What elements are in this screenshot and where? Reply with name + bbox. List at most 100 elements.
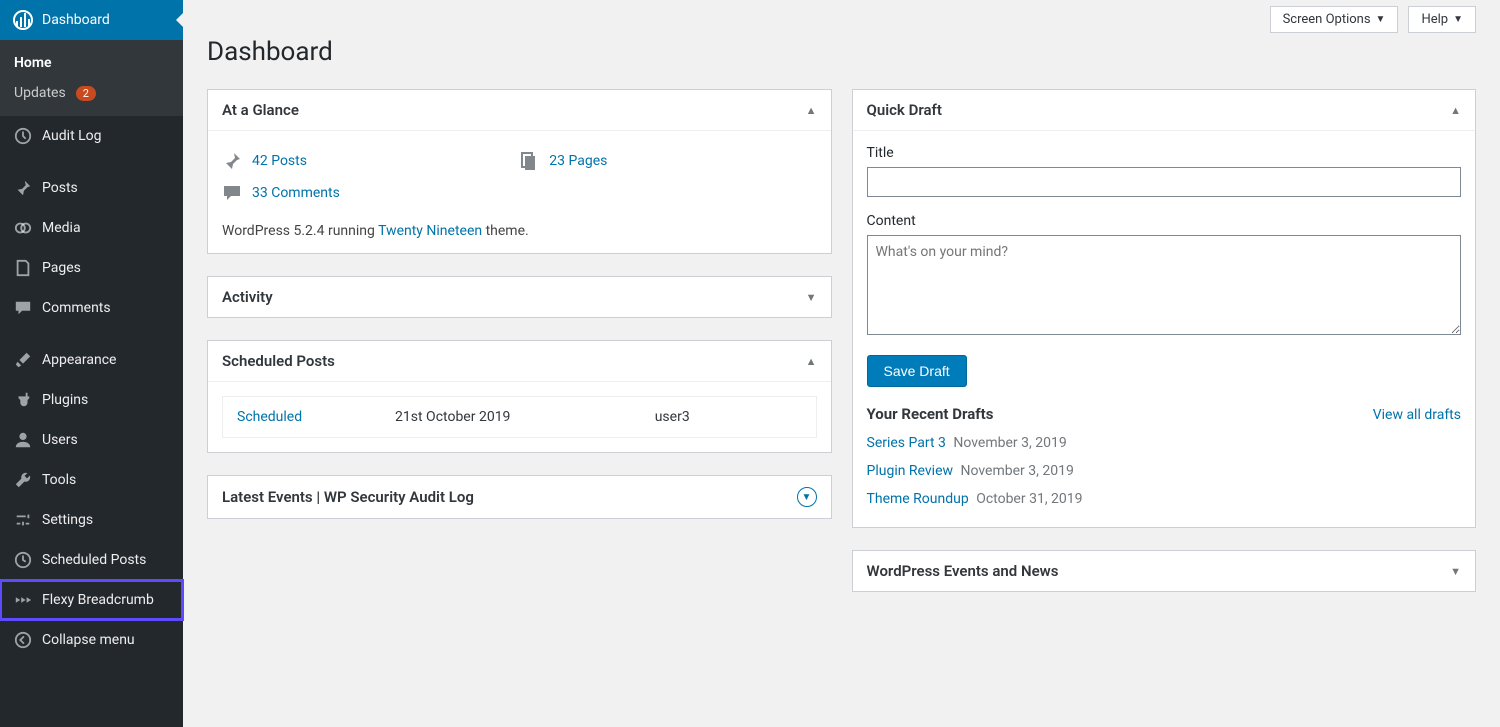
admin-sidebar: Dashboard Home Updates 2 Audit Log Posts… [0, 0, 183, 727]
glance-posts: 42 Posts [222, 145, 519, 177]
at-a-glance-header[interactable]: At a Glance ▲ [208, 90, 831, 131]
sidebar-label: Pages [42, 260, 81, 276]
quick-draft-header[interactable]: Quick Draft ▲ [853, 90, 1476, 131]
sidebar-item-pages[interactable]: Pages [0, 248, 183, 288]
help-button[interactable]: Help ▼ [1408, 6, 1476, 33]
scheduled-posts-box: Scheduled Posts ▲ Scheduled 21st October… [207, 340, 832, 453]
glance-pages: 23 Pages [519, 145, 816, 177]
pages-icon [519, 151, 539, 171]
wp-version-info: WordPress 5.2.4 running Twenty Nineteen … [222, 223, 817, 239]
wrench-icon [12, 470, 34, 490]
view-all-drafts-link[interactable]: View all drafts [1373, 407, 1461, 423]
sidebar-label: Media [42, 220, 81, 236]
main-content: Screen Options ▼ Help ▼ Dashboard At a G… [183, 0, 1500, 727]
sidebar-item-collapse[interactable]: Collapse menu [0, 620, 183, 660]
chevron-down-icon: ▼ [1450, 565, 1461, 578]
glance-comments-link[interactable]: 33 Comments [252, 185, 340, 201]
sidebar-item-posts[interactable]: Posts [0, 168, 183, 208]
quick-draft-box: Quick Draft ▲ Title Content Save Draft Y… [852, 89, 1477, 528]
draft-link[interactable]: Series Part 3 [867, 435, 946, 451]
sidebar-label: Dashboard [42, 12, 110, 28]
sidebar-item-flexy-breadcrumb[interactable]: Flexy Breadcrumb [0, 580, 183, 620]
sidebar-label: Flexy Breadcrumb [42, 592, 154, 608]
pin-icon [222, 151, 242, 171]
pin-icon [12, 178, 34, 198]
draft-link[interactable]: Theme Roundup [867, 491, 969, 507]
content-label: Content [867, 213, 1462, 229]
page-title: Dashboard [207, 37, 1476, 67]
sidebar-item-audit-log[interactable]: Audit Log [0, 116, 183, 156]
glance-pages-link[interactable]: 23 Pages [549, 153, 607, 169]
events-news-header[interactable]: WordPress Events and News ▼ [853, 551, 1476, 591]
recent-draft-item: Plugin Review November 3, 2019 [867, 463, 1462, 479]
media-icon [12, 218, 34, 238]
sidebar-label: Settings [42, 512, 93, 528]
recent-drafts-header: Your Recent Drafts View all drafts [867, 405, 1462, 423]
sidebar-item-plugins[interactable]: Plugins [0, 380, 183, 420]
activity-box: Activity ▼ [207, 276, 832, 318]
draft-link[interactable]: Plugin Review [867, 463, 954, 479]
recent-draft-item: Series Part 3 November 3, 2019 [867, 435, 1462, 451]
sidebar-subitem-updates[interactable]: Updates 2 [0, 78, 183, 108]
scheduled-post-row: Scheduled 21st October 2019 user3 [222, 396, 817, 438]
breadcrumb-icon [12, 590, 34, 610]
draft-date: October 31, 2019 [976, 491, 1082, 507]
sidebar-label: Audit Log [42, 128, 102, 144]
plug-icon [12, 390, 34, 410]
clock-icon [12, 550, 34, 570]
chevron-up-icon: ▲ [806, 104, 817, 117]
sidebar-item-tools[interactable]: Tools [0, 460, 183, 500]
caret-down-icon: ▼ [1376, 14, 1386, 25]
sidebar-item-appearance[interactable]: Appearance [0, 340, 183, 380]
title-label: Title [867, 145, 1462, 161]
draft-date: November 3, 2019 [961, 463, 1074, 479]
save-draft-button[interactable]: Save Draft [867, 355, 967, 387]
draft-date: November 3, 2019 [953, 435, 1066, 451]
recent-draft-item: Theme Roundup October 31, 2019 [867, 491, 1462, 507]
latest-events-box: Latest Events | WP Security Audit Log ▼ [207, 475, 832, 519]
sidebar-label: Collapse menu [42, 632, 135, 648]
sidebar-item-dashboard[interactable]: Dashboard [0, 0, 183, 40]
scheduled-date: 21st October 2019 [395, 409, 655, 425]
scheduled-status-link[interactable]: Scheduled [237, 409, 302, 425]
events-news-box: WordPress Events and News ▼ [852, 550, 1477, 592]
activity-header[interactable]: Activity ▼ [208, 277, 831, 317]
sidebar-label: Tools [42, 472, 76, 488]
sidebar-label: Users [42, 432, 78, 448]
screen-options-button[interactable]: Screen Options ▼ [1270, 6, 1399, 33]
chevron-up-icon: ▲ [1450, 104, 1461, 117]
scheduled-posts-header[interactable]: Scheduled Posts ▲ [208, 341, 831, 382]
latest-events-header[interactable]: Latest Events | WP Security Audit Log ▼ [208, 476, 831, 518]
dashboard-icon [12, 10, 34, 30]
sliders-icon [12, 510, 34, 530]
comment-icon [12, 298, 34, 318]
title-input[interactable] [867, 167, 1462, 197]
sidebar-label: Plugins [42, 392, 88, 408]
sidebar-label: Scheduled Posts [42, 552, 146, 568]
sidebar-item-settings[interactable]: Settings [0, 500, 183, 540]
updates-badge: 2 [76, 86, 96, 101]
theme-link[interactable]: Twenty Nineteen [378, 223, 482, 239]
page-icon [12, 258, 34, 278]
at-a-glance-box: At a Glance ▲ 42 Posts 23 Pages [207, 89, 832, 254]
chevron-up-icon: ▲ [806, 355, 817, 368]
circle-chevron-down-icon[interactable]: ▼ [797, 487, 817, 507]
sidebar-item-media[interactable]: Media [0, 208, 183, 248]
sidebar-label: Comments [42, 300, 111, 316]
chevron-down-icon: ▼ [806, 291, 817, 304]
audit-log-icon [12, 126, 34, 146]
sidebar-submenu: Home Updates 2 [0, 40, 183, 116]
glance-posts-link[interactable]: 42 Posts [252, 153, 307, 169]
user-icon [12, 430, 34, 450]
scheduled-user: user3 [655, 409, 802, 425]
brush-icon [12, 350, 34, 370]
sidebar-subitem-home[interactable]: Home [0, 48, 183, 78]
glance-comments: 33 Comments [222, 177, 519, 209]
sidebar-item-comments[interactable]: Comments [0, 288, 183, 328]
collapse-icon [12, 630, 34, 650]
sidebar-item-scheduled-posts[interactable]: Scheduled Posts [0, 540, 183, 580]
sidebar-item-users[interactable]: Users [0, 420, 183, 460]
comment-icon [222, 183, 242, 203]
caret-down-icon: ▼ [1453, 14, 1463, 25]
content-textarea[interactable] [867, 235, 1462, 335]
